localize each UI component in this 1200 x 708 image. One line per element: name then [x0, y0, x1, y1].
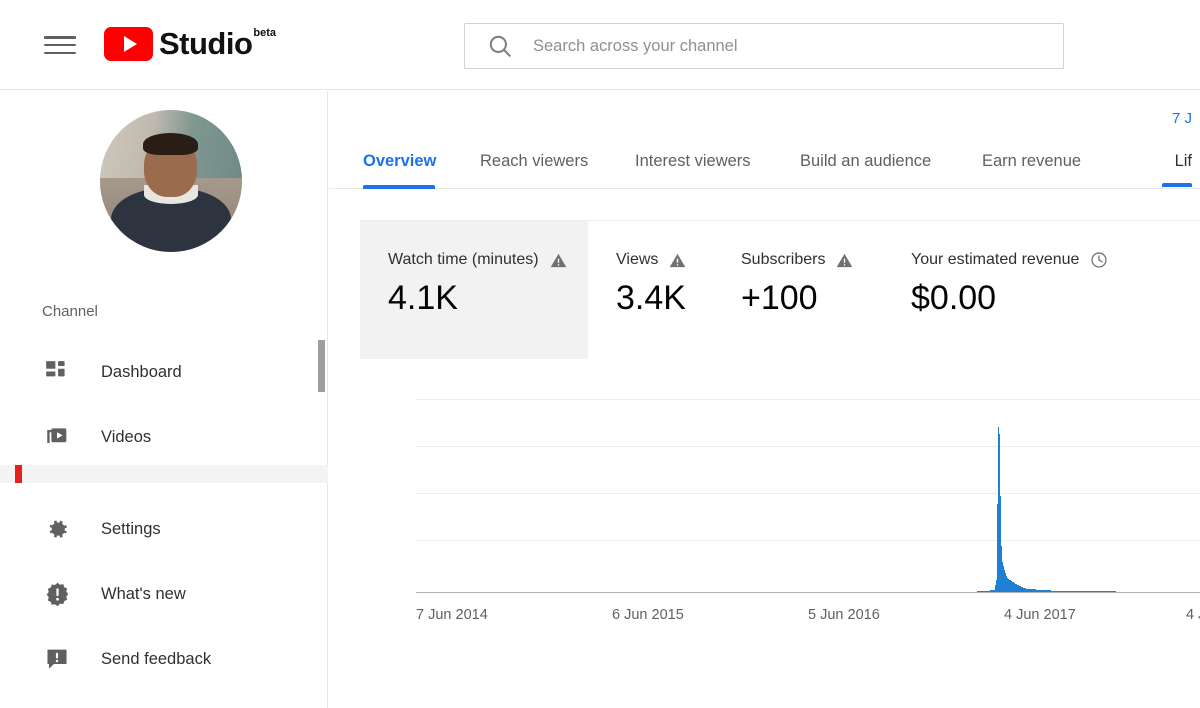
chart-x-tick-label: 4 Ju [1186, 607, 1200, 623]
chart-plot-area [416, 387, 1200, 592]
metric-card-value: 3.4K [616, 279, 686, 317]
search-icon [487, 33, 513, 59]
chart-x-tick-label: 5 Jun 2016 [808, 607, 880, 623]
chart-x-tick-label: 7 Jun 2014 [416, 607, 488, 623]
sidebar-divider-highlight [0, 465, 328, 483]
warning-triangle-icon[interactable] [836, 252, 853, 269]
avatar-hair [142, 132, 198, 156]
sidebar-item-dashboard[interactable]: Dashboard [0, 344, 328, 400]
metric-cards-row: Watch time (minutes) 4.1K Views 3.4K Sub… [360, 220, 1200, 359]
sidebar-item-videos[interactable]: Videos [0, 409, 328, 465]
tab-reach-viewers[interactable]: Reach viewers [480, 133, 588, 189]
sidebar-scrollbar-thumb[interactable] [318, 340, 325, 392]
tab-overview[interactable]: Overview [363, 133, 436, 189]
tab-interest-viewers[interactable]: Interest viewers [635, 133, 751, 189]
metric-card-title: Watch time (minutes) [388, 251, 539, 268]
sidebar-item-whats-new[interactable]: What's new [0, 566, 328, 622]
metric-card-header: Watch time (minutes) [388, 251, 588, 269]
tab-active-indicator [363, 185, 435, 189]
tab-label: Interest viewers [635, 151, 751, 170]
gear-icon [42, 514, 72, 544]
chart-x-axis-line [416, 592, 1200, 593]
sidebar-item-label: Dashboard [101, 362, 182, 381]
tab-label: Overview [363, 151, 437, 170]
sidebar-item-label: Settings [101, 519, 161, 538]
sidebar-item-label: Videos [101, 427, 152, 446]
metric-card-title: Subscribers [741, 251, 826, 268]
whats-new-burst-icon [42, 579, 72, 609]
period-selector[interactable]: Lif [1175, 133, 1192, 189]
logo-wordmark: Studio [159, 26, 253, 61]
date-range-label[interactable]: 7 J [1172, 110, 1192, 127]
metric-card-subscribers[interactable]: Subscribers +100 [713, 221, 883, 359]
metric-card-value: 4.1K [388, 279, 458, 317]
dashboard-grid-icon [42, 357, 72, 387]
metric-card-title: Your estimated revenue [911, 251, 1080, 268]
videos-play-card-icon [42, 422, 72, 452]
metric-card-title: Views [616, 251, 659, 268]
hamburger-menu-icon[interactable] [44, 32, 76, 58]
analytics-tab-bar: Overview Reach viewers Interest viewers … [329, 133, 1200, 189]
main-content-area: 7 J Overview Reach viewers Interest view… [329, 91, 1200, 708]
sidebar-item-label: Send feedback [101, 649, 212, 668]
metric-card-header: Subscribers [741, 251, 883, 269]
tab-build-an-audience[interactable]: Build an audience [800, 133, 931, 189]
metric-card-estimated-revenue[interactable]: Your estimated revenue $0.00 [883, 221, 1113, 359]
metric-card-views[interactable]: Views 3.4K [588, 221, 713, 359]
logo-beta-superscript: beta [253, 27, 277, 39]
metric-card-watch-time[interactable]: Watch time (minutes) 4.1K [360, 221, 588, 359]
tab-earn-revenue[interactable]: Earn revenue [982, 133, 1081, 189]
top-header-bar: Studio beta Search across your channel [0, 0, 1200, 90]
warning-triangle-icon[interactable] [550, 252, 567, 269]
sidebar-section-label: Channel [42, 303, 98, 320]
period-selector-indicator [1162, 183, 1192, 187]
tab-label: Earn revenue [982, 151, 1082, 170]
feedback-bubble-icon [42, 644, 72, 674]
chart-x-tick-label: 6 Jun 2015 [612, 607, 684, 623]
youtube-studio-analytics-page: Studio beta Search across your channel C… [0, 0, 1200, 708]
sidebar-item-settings[interactable]: Settings [0, 501, 328, 557]
warning-triangle-icon[interactable] [669, 252, 686, 269]
sidebar-accent-marker [15, 465, 22, 483]
sidebar-item-label: What's new [101, 584, 186, 603]
channel-avatar[interactable] [100, 110, 242, 252]
search-placeholder-text: Search across your channel [533, 36, 738, 55]
youtube-play-icon [104, 27, 153, 61]
hamburger-line [44, 51, 76, 54]
hamburger-line [44, 43, 76, 47]
youtube-studio-logo[interactable]: Studio beta [104, 26, 276, 62]
clock-icon[interactable] [1090, 251, 1108, 269]
left-sidebar: Channel Dashboard Videos Settings What's… [0, 91, 328, 708]
tab-label: Build an audience [800, 151, 932, 170]
search-input[interactable]: Search across your channel [464, 23, 1064, 69]
metric-card-header: Your estimated revenue [911, 251, 1113, 269]
sidebar-item-send-feedback[interactable]: Send feedback [0, 631, 328, 687]
tab-label: Reach viewers [480, 151, 589, 170]
metric-card-value: $0.00 [911, 279, 997, 317]
chart-x-tick-label: 4 Jun 2017 [1004, 607, 1076, 623]
play-triangle [123, 36, 137, 52]
chart-data-point [1115, 591, 1117, 592]
watch-time-chart[interactable]: 7 Jun 2014 6 Jun 2015 5 Jun 2016 4 Jun 2… [360, 387, 1200, 649]
metric-card-value: +100 [741, 279, 818, 317]
hamburger-line [44, 36, 76, 39]
metric-card-header: Views [616, 251, 713, 269]
